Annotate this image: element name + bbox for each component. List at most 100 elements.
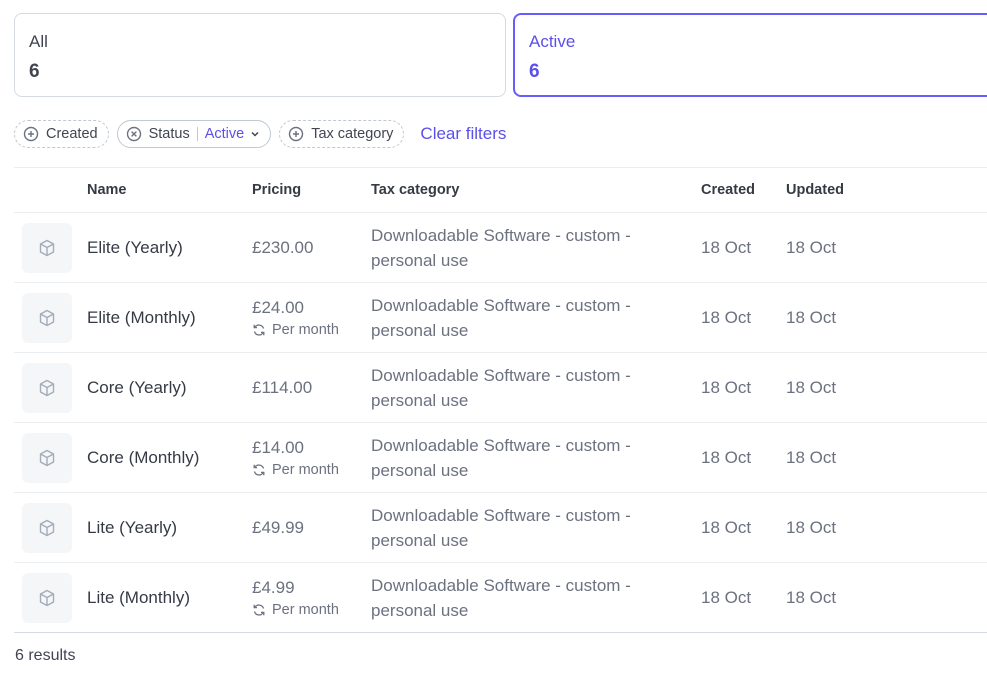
tax-category-cell: Downloadable Software - custom - personal… — [371, 283, 701, 353]
product-name[interactable]: Elite (Monthly) — [87, 283, 252, 353]
product-thumb-cell — [14, 353, 87, 423]
price-amount: £14.00 — [252, 437, 304, 457]
tax-category-line-1: Downloadable Software - custom - — [371, 295, 631, 315]
pricing-cell: £14.00 Per month — [252, 423, 371, 493]
tax-category-line-1: Downloadable Software - custom - — [371, 435, 631, 455]
product-thumb-cell — [14, 423, 87, 493]
filter-tax-category-label: Tax category — [311, 126, 394, 142]
filter-created-label: Created — [46, 126, 98, 142]
price-amount: £49.99 — [252, 517, 304, 537]
price-amount: £230.00 — [252, 237, 314, 257]
filter-status-button[interactable]: Status Active — [116, 120, 272, 148]
tax-category-line-2: personal use — [371, 460, 469, 480]
product-name[interactable]: Elite (Yearly) — [87, 213, 252, 283]
billing-interval-label: Per month — [272, 601, 339, 618]
package-icon — [22, 432, 72, 483]
filter-bar: Created Status Active Tax category Clear… — [14, 119, 506, 149]
created-date: 18 Oct — [701, 587, 752, 607]
table-row[interactable]: Elite (Monthly) £24.00 Per month Downloadab… — [14, 283, 987, 353]
pricing-cell: £230.00 — [252, 213, 371, 283]
summary-card-count: 6 — [29, 61, 40, 82]
tax-category-line-2: personal use — [371, 320, 469, 340]
created-date: 18 Oct — [701, 237, 752, 257]
tax-category-line-1: Downloadable Software - custom - — [371, 225, 631, 245]
table-row[interactable]: Core (Yearly) £114.00 Downloadable Softwar… — [14, 353, 987, 423]
updated-date: 18 Oct — [786, 447, 837, 467]
package-icon — [22, 292, 72, 343]
header-pricing[interactable]: Pricing — [252, 168, 371, 213]
tax-category-line-1: Downloadable Software - custom - — [371, 575, 631, 595]
created-date: 18 Oct — [701, 517, 752, 537]
tax-category-line-1: Downloadable Software - custom - — [371, 505, 631, 525]
summary-card-all[interactable]: All 6 — [14, 13, 506, 97]
pricing-cell: £4.99 Per month — [252, 563, 371, 633]
header-name[interactable]: Name — [87, 168, 252, 213]
header-updated[interactable]: Updated — [786, 168, 987, 213]
pricing-cell: £24.00 Per month — [252, 283, 371, 353]
table-header-row: Name Pricing Tax category Created Update… — [14, 167, 987, 213]
header-tax-category[interactable]: Tax category — [371, 168, 701, 213]
product-thumb-cell — [14, 213, 87, 283]
tax-category-line-1: Downloadable Software - custom - — [371, 365, 631, 385]
price-amount: £4.99 — [252, 577, 295, 597]
header-created[interactable]: Created — [701, 168, 786, 213]
refresh-icon — [252, 603, 272, 617]
x-circle-icon[interactable] — [126, 126, 142, 142]
updated-date: 18 Oct — [786, 307, 837, 327]
billing-interval-label: Per month — [272, 461, 339, 478]
updated-date: 18 Oct — [786, 517, 837, 537]
summary-card-active[interactable]: Active 6 — [513, 13, 987, 97]
plus-circle-icon — [288, 126, 304, 142]
product-thumb-cell — [14, 563, 87, 633]
billing-interval: Per month — [252, 320, 371, 340]
price-amount: £24.00 — [252, 297, 304, 317]
created-date: 18 Oct — [701, 377, 752, 397]
billing-interval-label: Per month — [272, 321, 339, 338]
refresh-icon — [252, 323, 272, 337]
table-row[interactable]: Lite (Monthly) £4.99 Per month Downloadable… — [14, 563, 987, 633]
product-name[interactable]: Core (Monthly) — [87, 423, 252, 493]
clear-filters-link[interactable]: Clear filters — [420, 124, 506, 144]
tax-category-cell: Downloadable Software - custom - personal… — [371, 213, 701, 283]
tax-category-cell: Downloadable Software - custom - personal… — [371, 353, 701, 423]
tax-category-cell: Downloadable Software - custom - personal… — [371, 563, 701, 633]
plus-circle-icon — [23, 126, 39, 142]
summary-card-label: Active — [529, 32, 576, 51]
pricing-cell: £49.99 — [252, 493, 371, 563]
created-date: 18 Oct — [701, 447, 752, 467]
tax-category-cell: Downloadable Software - custom - personal… — [371, 423, 701, 493]
package-icon — [22, 572, 72, 623]
updated-date: 18 Oct — [786, 587, 837, 607]
tax-category-cell: Downloadable Software - custom - personal… — [371, 493, 701, 563]
refresh-icon — [252, 463, 272, 477]
product-thumb-cell — [14, 493, 87, 563]
billing-interval: Per month — [252, 600, 371, 620]
chevron-down-icon — [250, 129, 260, 139]
table-row[interactable]: Elite (Yearly) £230.00 Downloadable Softwa… — [14, 213, 987, 283]
created-date: 18 Oct — [701, 307, 752, 327]
table-row[interactable]: Lite (Yearly) £49.99 Downloadable Software… — [14, 493, 987, 563]
table-row[interactable]: Core (Monthly) £14.00 Per month Downloadabl… — [14, 423, 987, 493]
updated-date: 18 Oct — [786, 377, 837, 397]
products-table: Name Pricing Tax category Created Update… — [14, 167, 987, 633]
product-name[interactable]: Lite (Yearly) — [87, 493, 252, 563]
filter-divider — [196, 127, 198, 141]
results-count: 6 results — [15, 647, 76, 664]
filter-status-label: Status — [148, 126, 190, 142]
tax-category-line-2: personal use — [371, 600, 469, 620]
package-icon — [22, 502, 72, 553]
summary-card-label: All — [29, 32, 48, 51]
billing-interval: Per month — [252, 460, 371, 480]
filter-tax-category-button[interactable]: Tax category — [279, 120, 405, 148]
tax-category-line-2: personal use — [371, 530, 469, 550]
header-thumb — [14, 168, 87, 213]
tax-category-line-2: personal use — [371, 250, 469, 270]
package-icon — [22, 222, 72, 273]
product-name[interactable]: Core (Yearly) — [87, 353, 252, 423]
filter-created-button[interactable]: Created — [14, 120, 109, 148]
filter-status-value: Active — [204, 126, 245, 142]
summary-card-count: 6 — [529, 61, 540, 82]
package-icon — [22, 362, 72, 413]
product-thumb-cell — [14, 283, 87, 353]
product-name[interactable]: Lite (Monthly) — [87, 563, 252, 633]
